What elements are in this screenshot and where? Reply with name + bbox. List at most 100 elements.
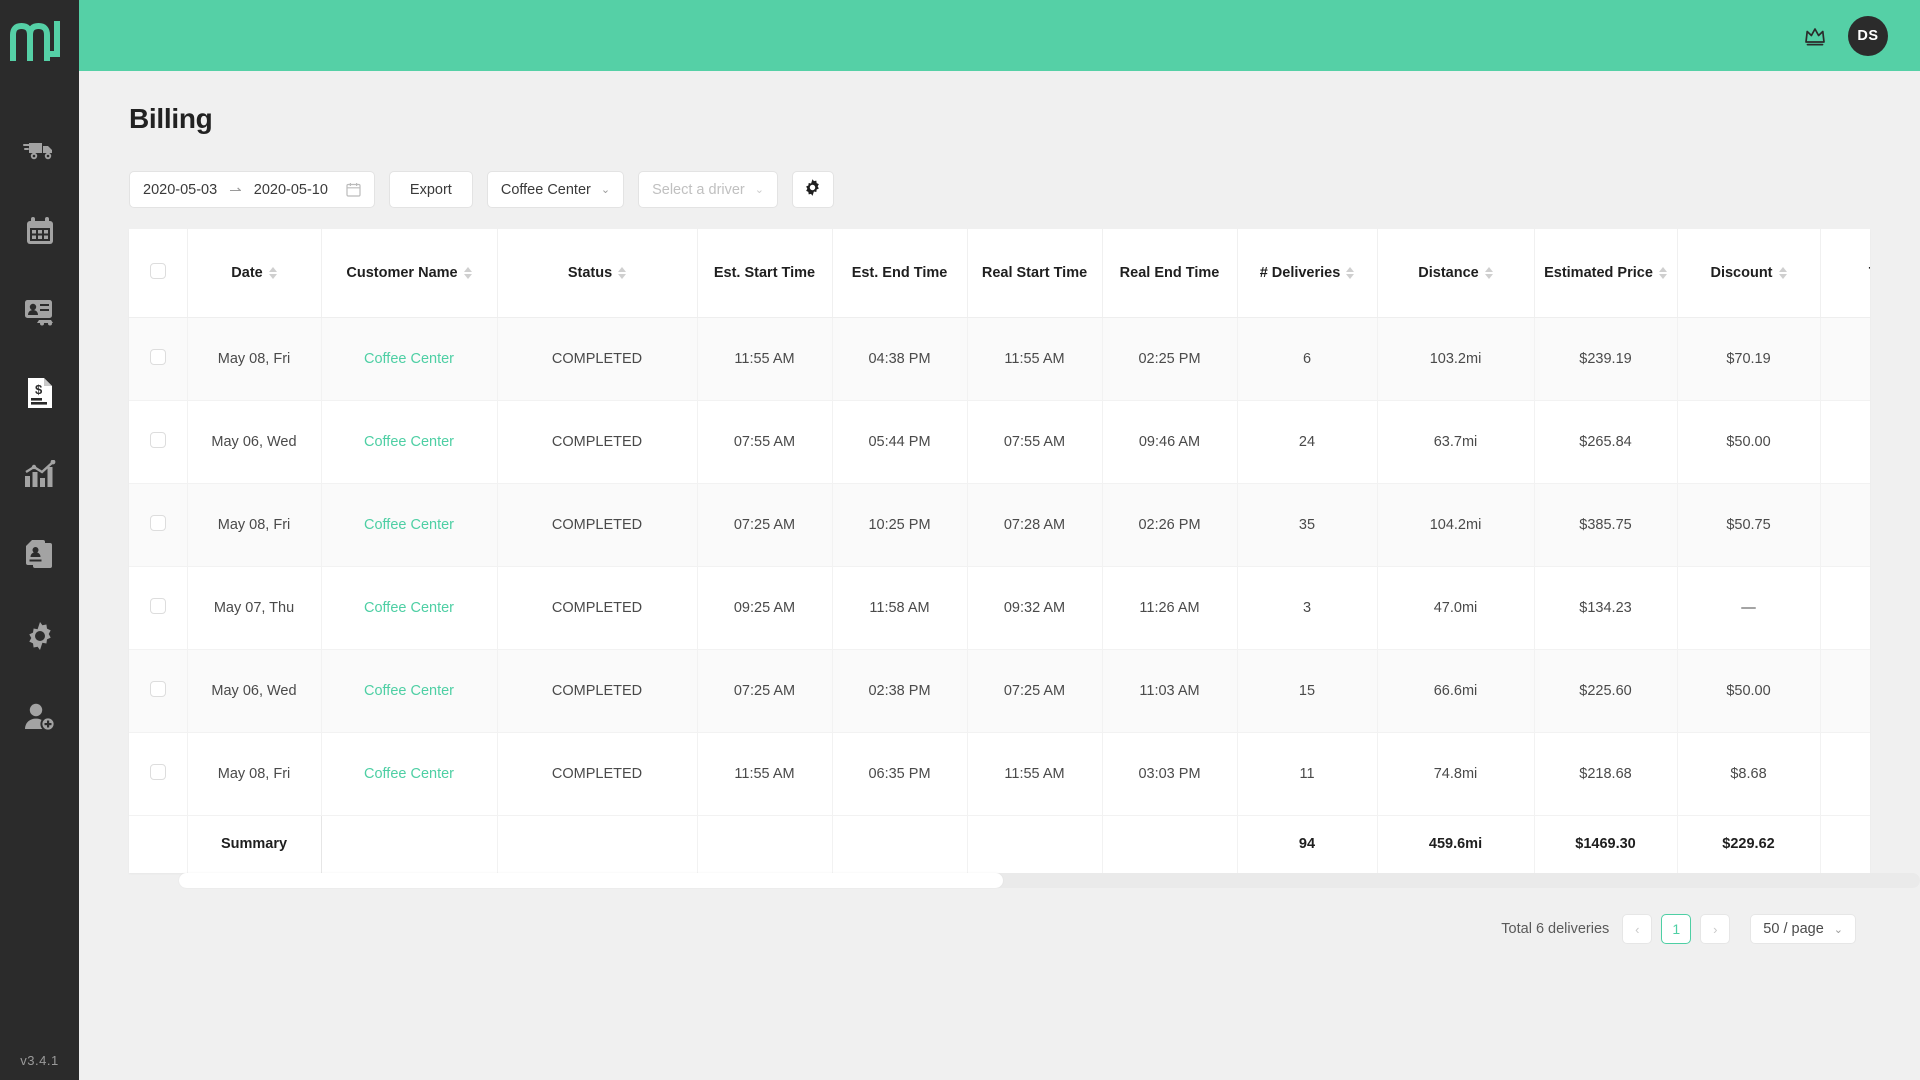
table-settings-button[interactable] — [791, 171, 834, 208]
table-row[interactable]: May 08, Fri Coffee Center COMPLETED 11:55 A… — [129, 317, 1870, 401]
sidebar-item-add-user[interactable] — [0, 676, 79, 757]
cell-date: May 06, Wed — [187, 649, 322, 733]
customer-link[interactable]: Coffee Center — [364, 600, 454, 616]
scrollbar-thumb[interactable] — [179, 873, 1003, 888]
sort-icon[interactable] — [1484, 266, 1493, 279]
chevron-down-icon: ⌄ — [754, 184, 764, 196]
table-header-row: Date Customer Name Status Est. Start Tim… — [129, 229, 1870, 318]
top-header-bar: DS — [79, 0, 1920, 71]
column-header-deliveries[interactable]: # Deliveries — [1237, 229, 1378, 318]
truck-icon — [22, 137, 57, 163]
column-label: Estimated Price — [1544, 264, 1653, 281]
summary-total — [1820, 815, 1870, 873]
user-avatar[interactable]: DS — [1848, 15, 1888, 56]
customer-link[interactable]: Coffee Center — [364, 683, 454, 699]
row-checkbox[interactable] — [149, 431, 166, 448]
sidebar-item-billing[interactable]: $ — [0, 352, 79, 433]
pagination-total: Total 6 deliveries — [1501, 921, 1610, 937]
cell-est-end-time: 05:44 PM — [832, 400, 968, 484]
pagination-page-1[interactable]: 1 — [1661, 914, 1692, 944]
page-size-select[interactable]: 50 / page ⌄ — [1750, 914, 1856, 944]
column-header-total[interactable]: Total — [1820, 229, 1870, 318]
export-button[interactable]: Export — [388, 171, 473, 208]
billing-table-card: Date Customer Name Status Est. Start Tim… — [129, 229, 1870, 873]
column-header-estimated-price[interactable]: Estimated Price — [1534, 229, 1678, 318]
cell-distance: 104.2mi — [1377, 483, 1535, 567]
table-row[interactable]: May 07, Thu Coffee Center COMPLETED 09:25 A… — [129, 566, 1870, 650]
customer-link[interactable]: Coffee Center — [364, 351, 454, 367]
sidebar-item-analytics[interactable] — [0, 433, 79, 514]
cell-real-end-time: 11:03 AM — [1102, 649, 1238, 733]
cell-date: May 07, Thu — [187, 566, 322, 650]
cell-estimated-price: $218.68 — [1534, 732, 1678, 816]
cell-customer-name: Coffee Center — [321, 400, 498, 484]
invoice-icon: $ — [26, 377, 54, 409]
summary-status — [497, 815, 698, 873]
driver-select[interactable]: Select a driver ⌄ — [638, 171, 778, 208]
sort-icon[interactable] — [1658, 266, 1667, 279]
table-row[interactable]: May 08, Fri Coffee Center COMPLETED 07:25 A… — [129, 483, 1870, 567]
summary-customer — [321, 815, 498, 873]
row-checkbox[interactable] — [149, 514, 166, 531]
column-header-distance[interactable]: Distance — [1377, 229, 1535, 318]
chart-icon — [24, 459, 56, 488]
customer-link[interactable]: Coffee Center — [364, 434, 454, 450]
table-summary-row: Summary 94 459.6mi $1469.30 $229.62 — [129, 815, 1870, 873]
cell-estimated-price: $265.84 — [1534, 400, 1678, 484]
cell-status: COMPLETED — [497, 317, 698, 401]
horizontal-scrollbar[interactable] — [179, 873, 1920, 888]
sidebar-item-schedule[interactable] — [0, 190, 79, 271]
page-size-value: 50 / page — [1763, 921, 1824, 937]
cell-real-start-time: 07:55 AM — [967, 400, 1103, 484]
row-checkbox-cell — [129, 317, 188, 401]
cell-status: COMPLETED — [497, 483, 698, 567]
column-header-real-start-time: Real Start Time — [967, 229, 1103, 318]
sort-icon[interactable] — [268, 266, 277, 279]
row-checkbox[interactable] — [149, 597, 166, 614]
column-header-est-end-time: Est. End Time — [832, 229, 968, 318]
column-header-date[interactable]: Date — [187, 229, 322, 318]
sort-icon[interactable] — [618, 266, 627, 279]
sidebar-item-settings[interactable] — [0, 595, 79, 676]
filters-toolbar: 2020-05-03 ⇀ 2020-05-10 Export Coffee Ce… — [129, 171, 1920, 208]
cell-customer-name: Coffee Center — [321, 732, 498, 816]
table-row[interactable]: May 06, Wed Coffee Center COMPLETED 07:25 A… — [129, 649, 1870, 733]
summary-discount: $229.62 — [1677, 815, 1821, 873]
cell-distance: 47.0mi — [1377, 566, 1535, 650]
customer-link[interactable]: Coffee Center — [364, 766, 454, 782]
column-header-status[interactable]: Status — [497, 229, 698, 318]
sort-icon[interactable] — [1778, 266, 1787, 279]
sidebar-item-drivers[interactable] — [0, 271, 79, 352]
driver-select-value: Select a driver — [652, 181, 745, 198]
sidebar-item-deliveries[interactable] — [0, 109, 79, 190]
cell-discount: $50.75 — [1677, 483, 1821, 567]
table-row[interactable]: May 08, Fri Coffee Center COMPLETED 11:55 A… — [129, 732, 1870, 816]
cell-date: May 08, Fri — [187, 732, 322, 816]
date-range-end: 2020-05-10 — [253, 181, 328, 198]
cell-customer-name: Coffee Center — [321, 649, 498, 733]
crown-icon[interactable] — [1804, 26, 1826, 46]
row-checkbox[interactable] — [149, 680, 166, 697]
row-checkbox-cell — [129, 483, 188, 567]
date-range-picker[interactable]: 2020-05-03 ⇀ 2020-05-10 — [129, 171, 375, 208]
row-checkbox[interactable] — [149, 763, 166, 780]
billing-table: Date Customer Name Status Est. Start Tim… — [129, 229, 1870, 873]
cell-real-end-time: 03:03 PM — [1102, 732, 1238, 816]
pagination-next-button[interactable]: › — [1700, 914, 1731, 944]
sort-icon[interactable] — [463, 266, 472, 279]
column-header-customer-name[interactable]: Customer Name — [321, 229, 498, 318]
app-logo[interactable] — [0, 0, 79, 71]
sort-icon[interactable] — [1346, 266, 1355, 279]
customer-select[interactable]: Coffee Center ⌄ — [486, 171, 625, 208]
pagination-prev-button[interactable]: ‹ — [1622, 914, 1653, 944]
table-row[interactable]: May 06, Wed Coffee Center COMPLETED 07:55 A… — [129, 400, 1870, 484]
sidebar-item-documents[interactable] — [0, 514, 79, 595]
summary-est-start — [697, 815, 833, 873]
row-checkbox[interactable] — [149, 348, 166, 365]
select-all-checkbox[interactable] — [149, 262, 166, 279]
svg-text:$: $ — [35, 382, 43, 397]
cell-est-start-time: 11:55 AM — [697, 317, 833, 401]
customer-link[interactable]: Coffee Center — [364, 517, 454, 533]
column-header-discount[interactable]: Discount — [1677, 229, 1821, 318]
cell-estimated-price: $225.60 — [1534, 649, 1678, 733]
